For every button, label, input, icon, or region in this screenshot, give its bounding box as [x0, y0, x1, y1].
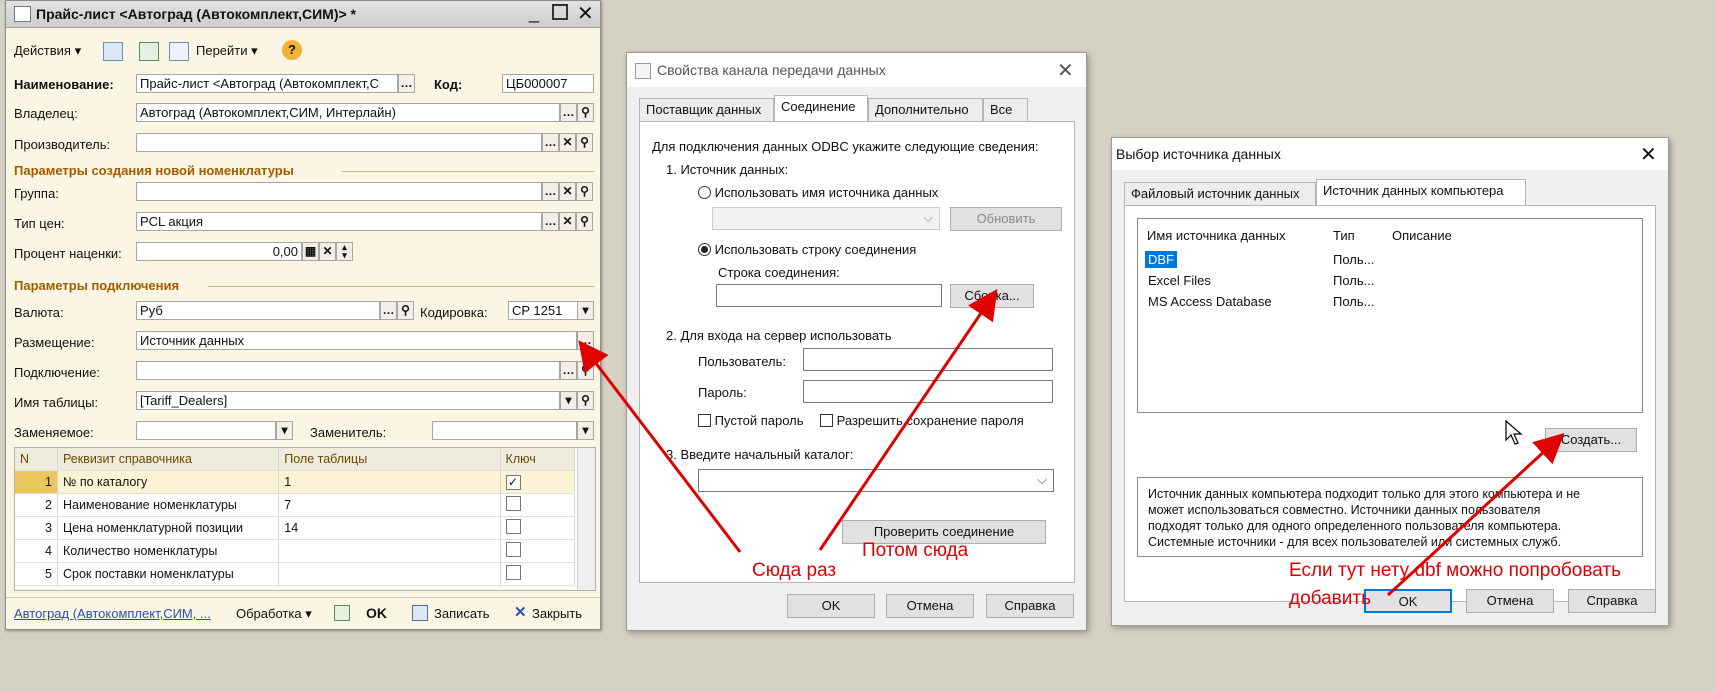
annotation-hint-line1: Если тут нету dbf можно попробовать	[1289, 560, 1621, 581]
annotation-then: Потом сюда	[862, 540, 969, 561]
arrow-to-placement	[578, 340, 742, 553]
arrow-to-build	[818, 289, 998, 551]
annotation-hint-line2: добавить	[1289, 588, 1371, 609]
annotation-arrows	[578, 289, 1565, 597]
annotation-first: Сюда раз	[752, 560, 837, 581]
